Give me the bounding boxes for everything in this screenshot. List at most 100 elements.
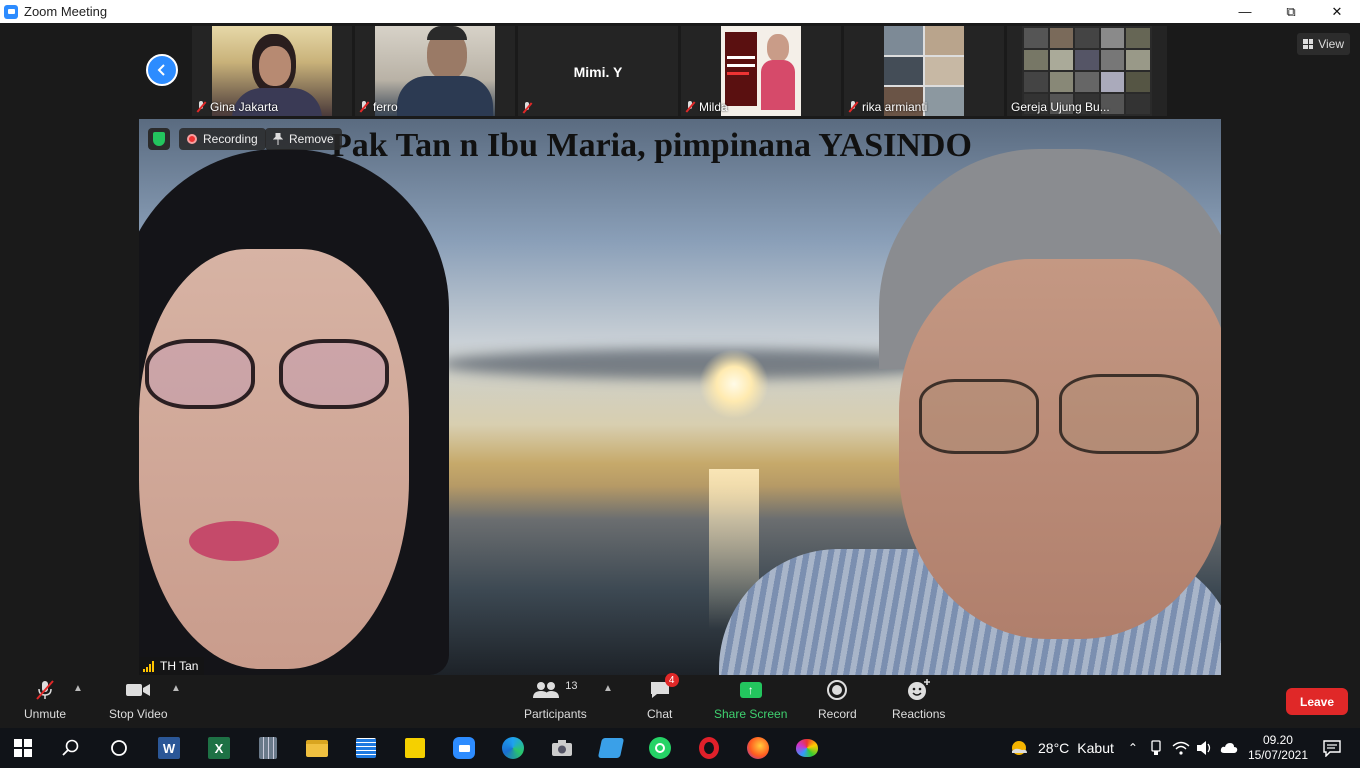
minimize-button[interactable]: — (1222, 0, 1268, 23)
search-icon[interactable] (56, 734, 86, 762)
calculator-app-icon[interactable] (253, 734, 283, 762)
participant-thumbnail[interactable]: ferro (355, 26, 515, 116)
window-title: Zoom Meeting (24, 4, 108, 19)
file-explorer-icon[interactable] (302, 734, 332, 762)
video-options-caret-icon[interactable]: ▲ (171, 683, 181, 694)
share-screen-icon: ↑ (739, 682, 762, 698)
participant-name-tag (522, 102, 532, 114)
active-speaker-video: Pak Tan n Ibu Maria, pimpinana YASINDO R… (139, 119, 1221, 675)
firefox-browser-icon[interactable] (743, 734, 773, 762)
participant-thumbnail[interactable]: Gereja Ujung Bu... (1007, 26, 1167, 116)
close-button[interactable]: ✕ (1314, 0, 1360, 23)
participant-video (721, 26, 801, 116)
unmute-button[interactable]: Unmute (24, 679, 66, 721)
remove-label: Remove (289, 132, 334, 146)
participant-display-name: Mimi. Y (573, 64, 623, 80)
windows-start-icon[interactable] (8, 734, 38, 762)
chat-label: Chat (647, 707, 673, 721)
audio-options-caret-icon[interactable]: ▲ (73, 683, 83, 694)
remove-button[interactable]: Remove (265, 128, 342, 150)
mic-muted-icon (848, 101, 858, 113)
participant-name-tag: rika armianti (848, 100, 927, 114)
recording-indicator[interactable]: Recording (179, 128, 266, 150)
snipping-tool-icon[interactable] (596, 734, 626, 762)
participant-name-tag: Milda (685, 100, 728, 114)
security-shield-icon[interactable] (148, 128, 170, 150)
weather-sun-icon[interactable] (1008, 737, 1030, 759)
record-icon (827, 680, 848, 700)
participant-name: ferro (373, 100, 398, 114)
reactions-button[interactable]: Reactions (892, 679, 945, 721)
participant-name: Gina Jakarta (210, 100, 279, 114)
mic-muted-icon (359, 101, 369, 113)
taskbar-clock[interactable]: 09.20 15/07/2021 (1248, 733, 1308, 763)
participant-name-tag: Gereja Ujung Bu... (1011, 100, 1110, 114)
participant-name-tag: Gina Jakarta (196, 100, 278, 114)
system-tray: 28°C Kabut ⌃ 09.20 15/07/2021 (1008, 728, 1360, 768)
microphone-muted-icon (36, 680, 54, 700)
view-button[interactable]: View (1297, 33, 1350, 55)
window-titlebar: Zoom Meeting — ⧉ ✕ (0, 0, 1360, 23)
paint-app-icon[interactable] (792, 734, 822, 762)
task-view-icon[interactable] (104, 734, 134, 762)
participant-name: Gereja Ujung Bu... (1011, 100, 1110, 114)
excel-app-icon[interactable]: X (204, 734, 234, 762)
speaker-name: TH Tan (160, 659, 199, 673)
participant-thumbnail[interactable]: Mimi. Y (518, 26, 678, 116)
wifi-icon[interactable] (1172, 740, 1190, 756)
participants-label: Participants (524, 707, 587, 721)
window-controls: — ⧉ ✕ (1222, 0, 1360, 23)
show-hidden-icons-chevron-icon[interactable]: ⌃ (1128, 741, 1138, 755)
recording-label: Recording (203, 132, 258, 146)
edge-browser-icon[interactable] (498, 734, 528, 762)
word-app-icon[interactable]: W (154, 734, 184, 762)
onedrive-cloud-icon[interactable] (1220, 740, 1238, 756)
notifications-icon[interactable] (1322, 739, 1342, 757)
mic-muted-icon (522, 102, 532, 114)
participant-thumbnail[interactable]: Gina Jakarta (192, 26, 352, 116)
mic-muted-icon (196, 101, 206, 113)
stop-video-button[interactable]: Stop Video (109, 679, 168, 721)
record-label: Record (818, 707, 857, 721)
video-overlay-caption: Pak Tan n Ibu Maria, pimpinana YASINDO (331, 127, 972, 164)
participant-name-tag: ferro (359, 100, 398, 114)
reactions-label: Reactions (892, 707, 946, 721)
chat-button[interactable]: 4 Chat (647, 673, 679, 721)
participants-icon (533, 682, 560, 698)
grid-view-icon (1303, 39, 1314, 49)
pin-icon (273, 133, 283, 145)
unmute-label: Unmute (24, 707, 67, 721)
opera-browser-icon[interactable] (694, 734, 724, 762)
man-participant (719, 149, 1221, 675)
clock-date: 15/07/2021 (1247, 748, 1308, 762)
participant-thumbnail[interactable]: rika armianti (844, 26, 1004, 116)
weather-description[interactable]: Kabut (1077, 740, 1114, 756)
restore-button[interactable]: ⧉ (1268, 0, 1314, 23)
participants-count: 13 (565, 680, 578, 692)
zoom-taskbar-icon[interactable] (449, 734, 479, 762)
participants-button[interactable]: 13 Participants (524, 679, 587, 721)
view-button-label: View (1318, 37, 1344, 51)
chat-unread-badge: 4 (664, 673, 679, 687)
participant-thumbnail[interactable]: Milda (681, 26, 841, 116)
meeting-stage: Gina Jakarta ferro Mimi. Y Milda rika ar… (0, 23, 1360, 675)
speaker-name-tag: TH Tan (139, 657, 205, 675)
participant-name: rika armianti (862, 100, 928, 114)
video-camera-icon (126, 684, 151, 696)
sticky-notes-icon[interactable] (400, 734, 430, 762)
woman-participant (139, 149, 499, 675)
weather-temperature[interactable]: 28°C (1038, 740, 1069, 756)
participants-options-caret-icon[interactable]: ▲ (603, 683, 613, 694)
leave-button[interactable]: Leave (1286, 688, 1348, 715)
stop-video-label: Stop Video (109, 707, 168, 721)
share-screen-button[interactable]: ↑ Share Screen (714, 679, 787, 721)
calendar-app-icon[interactable] (351, 734, 381, 762)
previous-page-button[interactable] (146, 54, 178, 86)
camera-app-icon[interactable] (547, 734, 577, 762)
usb-device-icon[interactable] (1148, 740, 1164, 756)
volume-icon[interactable] (1196, 740, 1214, 756)
zoom-app-icon (4, 4, 18, 19)
whatsapp-icon[interactable] (645, 734, 675, 762)
windows-taskbar: W X 28°C Kabut ⌃ 09.20 15/07/2021 (0, 728, 1360, 768)
record-button[interactable]: Record (818, 679, 857, 721)
